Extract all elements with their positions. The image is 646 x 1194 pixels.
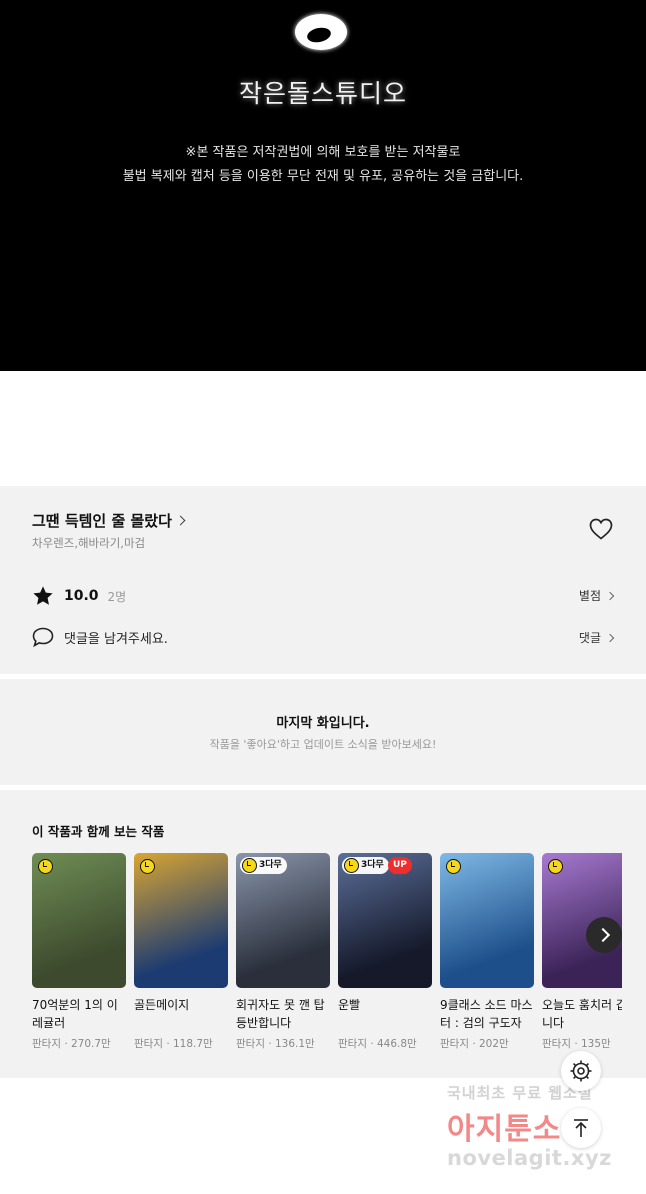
recommendation-meta: 판타지 · 446.8만 [338,1036,432,1051]
recommendation-meta: 판타지 · 136.1만 [236,1036,330,1051]
cover-thumbnail[interactable] [32,853,126,988]
meta-separator: · [366,1038,377,1050]
recommendation-card[interactable]: 3다무회귀자도 못 깬 탑 등반합니다판타지 · 136.1만 [236,853,330,1051]
copyright-notice-line1: ※본 작품은 저작권법에 의해 보호를 받는 저작물로 [185,145,461,160]
recommendation-views: 118.7만 [173,1038,213,1050]
recommendation-card[interactable]: 3다무 UP 운빨판타지 · 446.8만 [338,853,432,1051]
recommendation-genre: 판타지 [32,1038,61,1050]
recommendation-views: 446.8만 [377,1038,417,1050]
clock-icon [548,859,563,874]
recommendation-meta: 판타지 · 270.7만 [32,1036,126,1051]
recommendation-genre: 판타지 [338,1038,367,1050]
meta-separator: · [570,1038,581,1050]
wait-free-badge: 3다무 [342,857,389,874]
recommendation-title: 회귀자도 못 깬 탑 등반합니다 [236,998,325,1030]
scroll-top-button[interactable] [561,1108,601,1148]
meta-separator: · [264,1038,275,1050]
recommendation-title: 70억분의 1의 이레귤러 [32,998,118,1030]
cover-thumbnail[interactable] [440,853,534,988]
meta-separator: · [468,1038,479,1050]
recommendation-views: 202만 [479,1038,509,1050]
recommendation-meta: 판타지 · 118.7만 [134,1036,228,1051]
chevron-right-icon [175,515,186,526]
gear-icon [570,1060,592,1082]
recommendation-meta: 판타지 · 135만 [542,1036,622,1051]
arrow-up-icon [574,1119,588,1137]
recommendation-genre: 판타지 [542,1038,571,1050]
wait-free-badge-label: 3다무 [361,860,384,870]
cover-thumbnail[interactable]: 3다무 UP [338,853,432,988]
recommendation-heading: 이 작품과 함께 보는 작품 [32,824,165,839]
comment-link-label: 댓글 [578,631,601,645]
recommendation-genre: 판타지 [134,1038,163,1050]
recommendation-card[interactable]: 9클래스 소드 마스터 : 검의 구도자판타지 · 202만 [440,853,534,1051]
up-badge: UP [388,857,412,874]
watermark-line3: novelagit.xyz [447,1146,612,1170]
work-title: 그땐 득템인 줄 몰랐다 [32,512,172,530]
cover-thumbnail[interactable]: 3다무 [236,853,330,988]
recommendation-title: 오늘도 훔치러 갑니다 [542,998,622,1030]
copyright-notice-line2: 불법 복제와 캡처 등을 이용한 무단 전재 및 유포, 공유하는 것을 금합니… [122,169,524,184]
last-episode-subtitle: 작품을 '좋아요'하고 업데이트 소식을 받아보세요! [209,738,437,751]
recommendation-section: 이 작품과 함께 보는 작품 70억분의 1의 이레귤러판타지 · 270.7만… [0,790,646,1078]
chevron-right-icon [605,633,615,642]
cover-thumbnail[interactable] [134,853,228,988]
rating-count: 2명 [107,589,127,604]
clock-icon [344,858,359,873]
comment-prompt: 댓글을 남겨주세요. [64,631,168,647]
recommendation-card[interactable]: 70억분의 1의 이레귤러판타지 · 270.7만 [32,853,126,1051]
recommendation-title: 9클래스 소드 마스터 : 검의 구도자 [440,998,533,1030]
rating-score: 10.0 [64,588,99,604]
rate-link-label: 별점 [578,589,601,603]
recommendation-card[interactable]: 오늘도 훔치러 갑니다판타지 · 135만 [542,853,622,1051]
recommendation-title: 골든메이지 [134,998,190,1012]
work-authors: 차우렌즈,해바라기,마검 [32,536,146,550]
studio-logo-icon [295,14,347,50]
recommendation-card[interactable]: 골든메이지판타지 · 118.7만 [134,853,228,1051]
heart-icon[interactable] [589,518,613,540]
clock-icon [242,858,257,873]
work-info-panel: 그땐 득템인 줄 몰랐다 차우렌즈,해바라기,마검 10.0 2명 별점 댓글을… [0,486,646,674]
meta-separator: · [60,1038,71,1050]
carousel-next-button[interactable] [586,917,622,953]
clock-icon [446,859,461,874]
work-title-link[interactable]: 그땐 득템인 줄 몰랐다 [32,510,186,531]
recommendation-title: 운빨 [338,998,361,1012]
wait-free-badge-label: 3다무 [259,860,282,870]
recommendation-views: 136.1만 [275,1038,315,1050]
clock-icon [140,859,155,874]
settings-button[interactable] [561,1051,601,1091]
last-episode-title: 마지막 화입니다. [276,716,370,731]
rating-row: 10.0 2명 [32,585,126,607]
clock-icon [38,859,53,874]
star-icon [33,586,53,605]
wait-free-badge: 3다무 [240,857,287,874]
recommendation-carousel: 70억분의 1의 이레귤러 판타지 · 270.7만 골든메이지 판타지 · 118.… [32,853,622,1053]
last-episode-panel: 마지막 화입니다. 작품을 '좋아요'하고 업데이트 소식을 받아보세요! [0,679,646,785]
comment-bubble-icon [32,627,54,647]
rate-link[interactable]: 별점 [578,587,615,604]
comment-prompt-row[interactable]: 댓글을 남겨주세요. [32,627,168,647]
recommendation-genre: 판타지 [440,1038,469,1050]
recommendation-views: 135만 [581,1038,611,1050]
recommendation-views: 270.7만 [71,1038,111,1050]
comment-link[interactable]: 댓글 [578,629,615,646]
studio-name: 작은돌스튜디오 [238,79,407,108]
meta-separator: · [162,1038,173,1050]
chevron-right-icon [605,591,615,600]
recommendation-genre: 판타지 [236,1038,265,1050]
copyright-banner: 작은돌스튜디오 ※본 작품은 저작권법에 의해 보호를 받는 저작물로 불법 복… [0,0,646,371]
recommendation-meta: 판타지 · 202만 [440,1036,534,1051]
